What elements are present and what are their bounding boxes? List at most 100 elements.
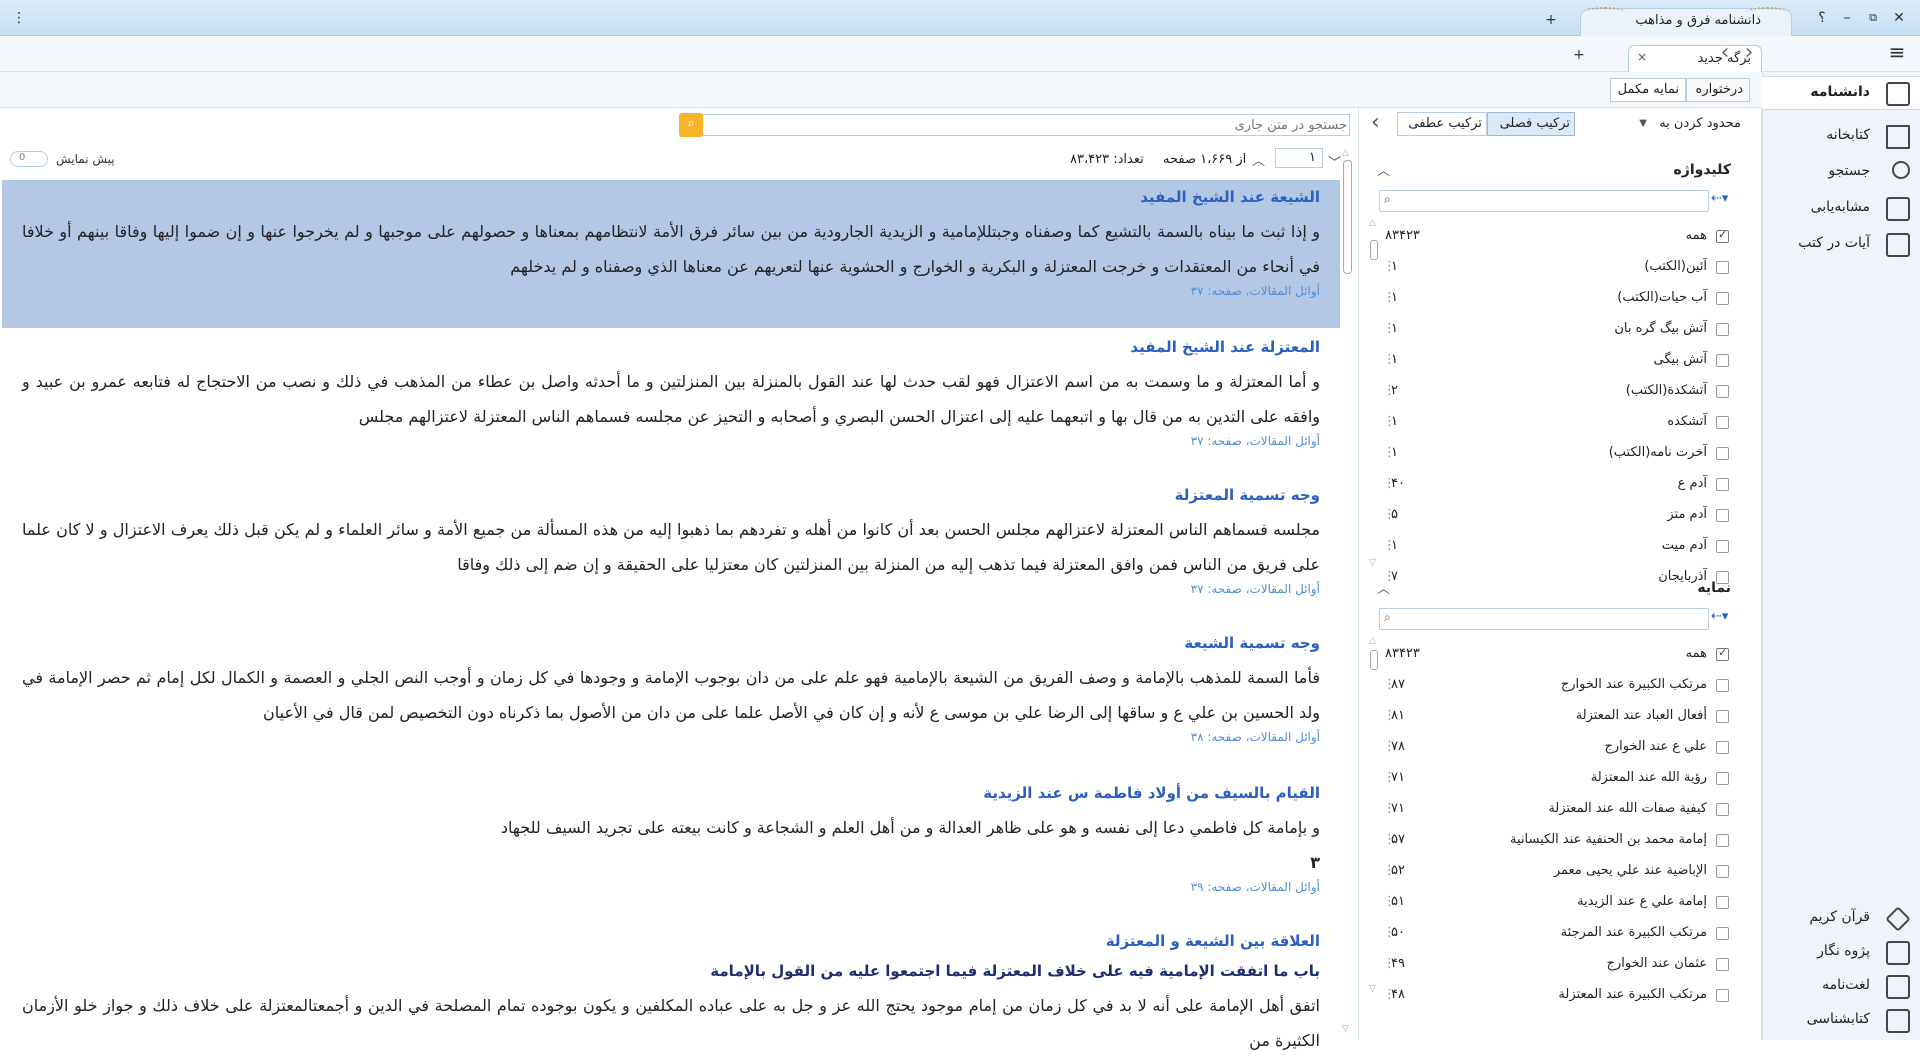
facet-checkbox[interactable] — [1716, 896, 1729, 909]
close-window-button[interactable]: ✕ — [1888, 8, 1910, 28]
facet-row[interactable]: همه ۸۳۴۲۳ — [1359, 222, 1749, 253]
nav-verses-in-books[interactable]: آیات در کتب — [1762, 228, 1920, 262]
keywords-scrollbar[interactable]: △ ▽ — [1369, 218, 1379, 568]
facet-row[interactable]: رؤية الله عند المعتزلة ⋮ ۷۱ — [1359, 764, 1749, 795]
facet-checkbox[interactable] — [1716, 354, 1729, 367]
facet-checkbox[interactable] — [1716, 646, 1729, 661]
app-menu-icon[interactable]: ⋮ — [8, 8, 30, 28]
result-title[interactable]: القيام بالسيف من أولاد فاطمة س عند الزيد… — [22, 776, 1320, 810]
result-source[interactable]: أوائل المقالات، صفحه: ۳۸ — [22, 730, 1320, 752]
hamburger-menu-icon[interactable]: ≡ — [1886, 42, 1908, 62]
result-title[interactable]: وجه تسمية المعتزلة — [22, 478, 1320, 512]
collapse-panel-icon[interactable]: ‹ — [1371, 110, 1380, 135]
nav-encyclopedia[interactable]: دانشنامه — [1762, 76, 1920, 110]
result-item[interactable]: وجه تسمية المعتزلة مجلسه فسماهم الناس الم… — [2, 478, 1340, 624]
search-icon[interactable]: ⌕ — [679, 113, 703, 137]
facet-row[interactable]: أفعال العباد عند المعتزلة ⋮ ۸۱ — [1359, 702, 1749, 733]
add-tab-button[interactable]: + — [1568, 45, 1590, 65]
result-title[interactable]: المعتزلة عند الشيخ المفيد — [22, 330, 1320, 364]
facet-checkbox[interactable] — [1716, 478, 1729, 491]
result-title[interactable]: العلاقة بين الشيعة و المعتزلة — [22, 924, 1320, 958]
facet-checkbox[interactable] — [1716, 447, 1729, 460]
facet-row[interactable]: آدم متز ⋮ ۵ — [1359, 501, 1749, 532]
facet-row[interactable]: آدم ع ⋮ ۴۰ — [1359, 470, 1749, 501]
result-source[interactable]: أوائل المقالات، صفحه: ۳۷ — [22, 434, 1320, 456]
nav-search[interactable]: جستجو — [1762, 156, 1920, 190]
facet-row[interactable]: آتش بیگ گره بان ⋮ ۱ — [1359, 315, 1749, 346]
facet-row[interactable]: مرتكب الكبيرة عند الخوارج ⋮ ۸۷ — [1359, 671, 1749, 702]
facet-checkbox[interactable] — [1716, 741, 1729, 754]
nav-notes[interactable]: پژوه نگار — [1762, 936, 1920, 970]
facet-row[interactable]: آئین(الکتب) ⋮ ۱ — [1359, 253, 1749, 284]
result-title[interactable]: وجه تسمية الشيعة — [22, 626, 1320, 660]
facet-row[interactable]: آذربایجان ⋮ ۷ — [1359, 563, 1749, 594]
text-search-field[interactable]: ⌕ — [679, 113, 1350, 137]
result-item[interactable]: العلاقة بين الشيعة و المعتزلة باب ما اتفق… — [2, 924, 1340, 1050]
facet-row[interactable]: آتش بیگی ⋮ ۱ — [1359, 346, 1749, 377]
full-index-toggle[interactable]: نمایه مکمل — [1610, 78, 1686, 102]
facet-checkbox[interactable] — [1716, 710, 1729, 723]
result-source[interactable]: أوائل المقالات، صفحه: ۳۷ — [22, 582, 1320, 604]
facet-row[interactable]: علي ع عند الخوارج ⋮ ۷۸ — [1359, 733, 1749, 764]
facet-checkbox[interactable] — [1716, 679, 1729, 692]
collapse-index-icon[interactable]: ︿ — [1377, 578, 1390, 597]
facet-checkbox[interactable] — [1716, 958, 1729, 971]
facet-checkbox[interactable] — [1716, 834, 1729, 847]
result-source[interactable]: أوائل المقالات، صفحه: ۳۹ — [22, 880, 1320, 902]
text-search-input[interactable] — [707, 115, 1347, 135]
conjunctive-combination-button[interactable]: ترکیب عطفی — [1397, 112, 1487, 136]
nav-similarity[interactable]: مشابه‌یابی — [1762, 192, 1920, 226]
facet-row[interactable]: آتشکدة(الکتب) ⋮ ۲ — [1359, 377, 1749, 408]
result-item[interactable]: وجه تسمية الشيعة فأما السمة للمذهب بالإما… — [2, 626, 1340, 774]
result-source[interactable]: أوائل المقالات، صفحه: ۳۷ — [22, 284, 1320, 306]
facet-row[interactable]: الإباضية عند علي يحيى معمر ⋮ ۵۲ — [1359, 857, 1749, 888]
page-number-input[interactable]: ۱ — [1275, 148, 1323, 168]
app-tab[interactable]: دانشنامه فرق و مذاهب — [1580, 7, 1792, 36]
index-search-options-icon[interactable]: ⇠▾ — [1711, 609, 1728, 624]
facet-checkbox[interactable] — [1716, 927, 1729, 940]
facet-row[interactable]: آب حیات(الکتب) ⋮ ۱ — [1359, 284, 1749, 315]
preview-toggle[interactable]: 0 — [10, 151, 48, 167]
limit-dropdown-icon[interactable]: ▼ — [1639, 118, 1647, 129]
facet-row[interactable]: كيفية صفات الله عند المعتزلة ⋮ ۷۱ — [1359, 795, 1749, 826]
facet-checkbox[interactable] — [1716, 323, 1729, 336]
facet-row[interactable]: آتشکده ⋮ ۱ — [1359, 408, 1749, 439]
chevron-right-icon[interactable]: › — [1738, 42, 1760, 64]
facet-checkbox[interactable] — [1716, 385, 1729, 398]
facet-checkbox[interactable] — [1716, 865, 1729, 878]
facet-checkbox[interactable] — [1716, 292, 1729, 305]
facet-checkbox[interactable] — [1716, 803, 1729, 816]
page-up-icon[interactable]: ︿ — [1252, 150, 1265, 169]
facet-checkbox[interactable] — [1716, 540, 1729, 553]
result-item[interactable]: القيام بالسيف من أولاد فاطمة س عند الزيد… — [2, 776, 1340, 922]
nav-quran[interactable]: قرآن کریم — [1762, 902, 1920, 936]
tree-toggle[interactable]: درختواره — [1686, 78, 1750, 102]
nav-library[interactable]: کتابخانه — [1762, 120, 1920, 154]
facet-row[interactable]: آخرت نامه(الکتب) ⋮ ۱ — [1359, 439, 1749, 470]
index-search-input[interactable]: ⌕ — [1379, 608, 1709, 630]
facet-checkbox[interactable] — [1716, 416, 1729, 429]
facet-row[interactable]: إمامة علي ع عند الزيدية ⋮ ۵۱ — [1359, 888, 1749, 919]
facet-checkbox[interactable] — [1716, 228, 1729, 243]
minimize-button[interactable]: – — [1836, 8, 1858, 28]
facet-checkbox[interactable] — [1716, 261, 1729, 274]
facet-row[interactable]: آدم میت ⋮ ۱ — [1359, 532, 1749, 563]
collapse-keywords-icon[interactable]: ︿ — [1377, 160, 1390, 179]
index-scrollbar[interactable]: △ ▽ — [1369, 636, 1379, 996]
chevron-left-icon[interactable]: ‹ — [1714, 42, 1736, 64]
facet-row[interactable]: همه ۸۳۴۲۳ — [1359, 640, 1749, 671]
facet-checkbox[interactable] — [1716, 989, 1729, 1002]
disjunctive-combination-button[interactable]: ترکیب فصلی — [1487, 112, 1575, 136]
result-item[interactable]: الشيعة عند الشيخ المفيد و إذا ثبت ما بينا… — [2, 180, 1340, 328]
facet-row[interactable]: مرتكب الكبيرة عند المرجئة ⋮ ۵۰ — [1359, 919, 1749, 950]
nav-dictionary[interactable]: لغت‌نامه — [1762, 970, 1920, 1004]
keyword-search-input[interactable]: ⌕ — [1379, 190, 1709, 212]
facet-checkbox[interactable] — [1716, 772, 1729, 785]
new-window-tab-button[interactable]: + — [1540, 10, 1562, 30]
facet-row[interactable]: إمامة محمد بن الحنفية عند الكيسانية ⋮ ۵۷ — [1359, 826, 1749, 857]
facet-row[interactable]: مرتكب الكبيرة عند المعتزلة ⋮ ۴۸ — [1359, 981, 1749, 1012]
result-item[interactable]: المعتزلة عند الشيخ المفيد و أما المعتزلة … — [2, 330, 1340, 476]
nav-bibliography[interactable]: کتابشناسی — [1762, 1004, 1920, 1038]
facet-checkbox[interactable] — [1716, 509, 1729, 522]
facet-row[interactable]: عثمان عند الخوارج ⋮ ۴۹ — [1359, 950, 1749, 981]
